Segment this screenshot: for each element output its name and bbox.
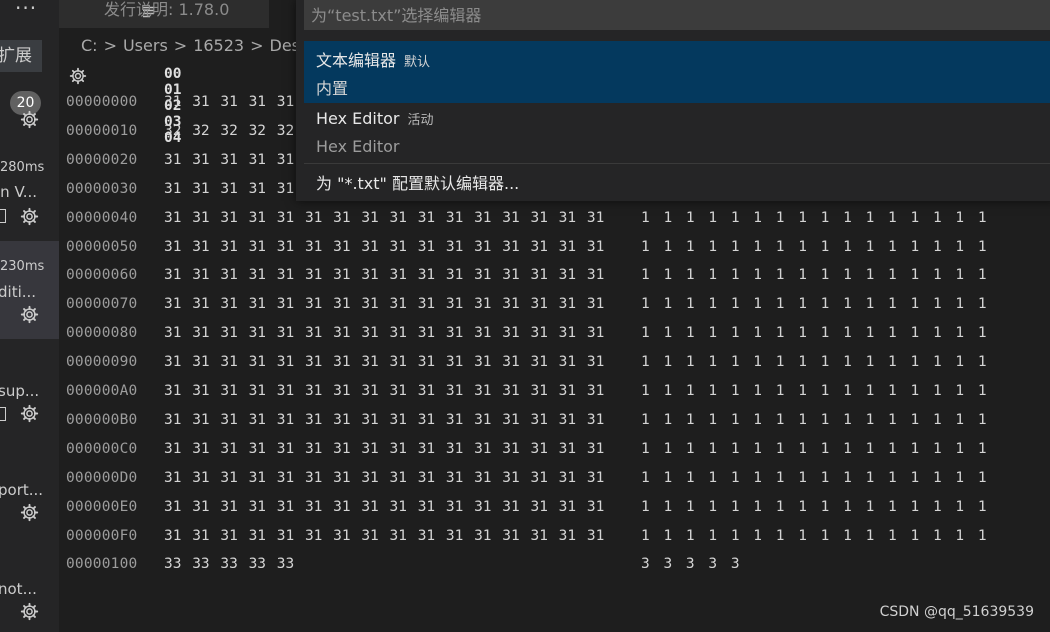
breadcrumb: C: > Users > 16523 > Desk bbox=[81, 36, 309, 56]
extension-list-item-selected[interactable]: 230ms diti... bbox=[0, 241, 59, 339]
hex-row-address: 000000D0 bbox=[66, 469, 138, 486]
hex-row-decoded-text[interactable]: 1 1 1 1 1 1 1 1 1 1 1 1 1 1 1 1 bbox=[641, 325, 987, 341]
hex-row-address: 00000050 bbox=[66, 238, 138, 255]
extension-list-item[interactable]: 280ms in V... bbox=[0, 110, 59, 226]
item-description: Hex Editor bbox=[316, 137, 400, 156]
default-badge: 默认 bbox=[404, 55, 431, 70]
hex-row-decoded-text[interactable]: 1 1 1 1 1 1 1 1 1 1 1 1 1 1 1 1 bbox=[641, 354, 987, 370]
breadcrumb-item-drive[interactable]: C: bbox=[81, 36, 98, 56]
extension-list-item[interactable]: not... bbox=[0, 535, 59, 632]
hex-row-address: 000000A0 bbox=[66, 383, 138, 399]
status-mark-icon bbox=[0, 209, 6, 223]
item-description: 内置 bbox=[316, 79, 349, 98]
hex-row-address: 00000000 bbox=[66, 94, 138, 110]
hex-row-bytes[interactable]: 31 31 31 31 31 31 31 31 31 31 31 31 31 3… bbox=[164, 210, 604, 226]
hex-row-bytes[interactable]: 31 31 31 31 31 31 31 31 31 31 31 31 31 3… bbox=[164, 325, 604, 341]
hex-row-bytes[interactable]: 31 31 31 31 31 bbox=[164, 181, 294, 197]
hex-row-address: 00000070 bbox=[66, 296, 138, 313]
hex-row-decoded-text[interactable]: 3 3 3 3 3 bbox=[641, 556, 740, 572]
hex-row-address: 00000060 bbox=[66, 267, 138, 284]
hex-row-address: 00000100 bbox=[66, 556, 138, 573]
settings-gear-icon[interactable] bbox=[69, 67, 87, 85]
hex-row-bytes[interactable]: 31 31 31 31 31 31 31 31 31 31 31 31 31 3… bbox=[164, 267, 604, 283]
extension-list-item[interactable]: sup... bbox=[0, 339, 59, 437]
chevron-right-icon: > bbox=[173, 36, 188, 55]
hex-row-address: 000000E0 bbox=[66, 498, 138, 515]
hex-row-bytes[interactable]: 31 31 31 31 31 31 31 31 31 31 31 31 31 3… bbox=[164, 296, 604, 312]
breadcrumb-item-user[interactable]: 16523 bbox=[193, 36, 244, 56]
hex-row-bytes[interactable]: 31 31 31 31 31 31 31 31 31 31 31 31 31 3… bbox=[164, 239, 604, 255]
configure-default-editor-item[interactable]: 为 "*.txt" 配置默认编辑器... bbox=[304, 165, 1050, 197]
tab-title[interactable]: 发行说明: 1.78.0 bbox=[104, 0, 229, 20]
hex-row-address: 00000020 bbox=[66, 151, 138, 168]
hex-row-address: 00000080 bbox=[66, 325, 138, 342]
hex-row-decoded-text[interactable]: 1 1 1 1 1 1 1 1 1 1 1 1 1 1 1 1 bbox=[641, 296, 987, 312]
extension-name: in V... bbox=[0, 183, 38, 201]
hex-row-address: 000000B0 bbox=[66, 411, 138, 428]
hex-row-decoded-text[interactable]: 1 1 1 1 1 1 1 1 1 1 1 1 1 1 1 1 bbox=[641, 499, 987, 515]
extensions-sidebar: ··· 扩展 20 280ms in V... 230ms diti... su… bbox=[0, 0, 59, 632]
extensions-view-button[interactable]: 扩展 bbox=[0, 40, 42, 72]
more-actions-icon[interactable]: ··· bbox=[15, 0, 37, 20]
extension-name: diti... bbox=[0, 283, 37, 301]
divider bbox=[304, 163, 1050, 164]
hex-row-decoded-text[interactable]: 1 1 1 1 1 1 1 1 1 1 1 1 1 1 1 1 bbox=[641, 441, 987, 457]
gear-icon[interactable] bbox=[20, 207, 39, 226]
hex-row-bytes[interactable]: 31 31 31 31 31 31 31 31 31 31 31 31 31 3… bbox=[164, 354, 604, 370]
hex-row-decoded-text[interactable]: 1 1 1 1 1 1 1 1 1 1 1 1 1 1 1 1 bbox=[641, 412, 987, 428]
hex-row-decoded-text[interactable]: 1 1 1 1 1 1 1 1 1 1 1 1 1 1 1 1 bbox=[641, 383, 987, 399]
extension-name: not... bbox=[0, 580, 37, 598]
hex-row-bytes[interactable]: 31 31 31 31 31 31 31 31 31 31 31 31 31 3… bbox=[164, 499, 604, 515]
chevron-right-icon: > bbox=[103, 36, 117, 55]
hex-row-bytes[interactable]: 31 31 31 31 31 31 31 31 31 31 31 31 31 3… bbox=[164, 470, 604, 486]
extension-name: port... bbox=[0, 481, 44, 499]
watermark: CSDN @qq_51639539 bbox=[879, 604, 1034, 620]
gear-icon[interactable] bbox=[20, 404, 39, 423]
hex-row-address: 00000090 bbox=[66, 354, 138, 371]
status-mark-icon bbox=[0, 407, 6, 421]
hex-row-bytes[interactable]: 31 31 31 31 31 bbox=[164, 152, 294, 168]
hex-row-bytes[interactable]: 31 31 31 31 31 31 31 31 31 31 31 31 31 3… bbox=[164, 528, 604, 544]
hex-row-bytes[interactable]: 33 33 33 33 33 bbox=[164, 556, 294, 572]
activation-time: 230ms bbox=[0, 259, 45, 274]
extension-list-item[interactable]: port... bbox=[0, 437, 59, 535]
hex-row-address: 00000040 bbox=[66, 209, 138, 226]
hex-row-address: 000000C0 bbox=[66, 440, 138, 457]
hex-row-decoded-text[interactable]: 1 1 1 1 1 1 1 1 1 1 1 1 1 1 1 1 bbox=[641, 239, 987, 255]
hex-row-decoded-text[interactable]: 1 1 1 1 1 1 1 1 1 1 1 1 1 1 1 1 bbox=[641, 470, 987, 486]
hex-row-bytes[interactable]: 31 31 31 31 31 31 31 31 31 31 31 31 31 3… bbox=[164, 441, 604, 457]
select-editor-quickpick: 文本编辑器默认 内置 Hex Editor 活动 Hex Editor 为 "*.… bbox=[296, 0, 1050, 201]
quickpick-input[interactable] bbox=[304, 0, 1050, 30]
quickpick-item-text-editor[interactable]: 文本编辑器 默认 内置 bbox=[304, 41, 1050, 103]
active-badge: 活动 bbox=[407, 113, 434, 128]
hex-row-address: 000000F0 bbox=[66, 527, 138, 544]
hex-row-bytes[interactable]: 31 31 31 31 31 31 31 31 31 31 31 31 31 3… bbox=[164, 412, 604, 428]
chevron-right-icon: > bbox=[250, 36, 264, 55]
configure-default-label: 为 "*.txt" 配置默认编辑器... bbox=[316, 174, 520, 193]
gear-icon[interactable] bbox=[20, 602, 39, 621]
hex-row-bytes[interactable]: 31 31 31 31 31 bbox=[164, 94, 294, 110]
hex-row-decoded-text[interactable]: 1 1 1 1 1 1 1 1 1 1 1 1 1 1 1 1 bbox=[641, 267, 987, 283]
quickpick-item-label: 文本编辑器 默认 bbox=[316, 47, 430, 71]
hex-row-bytes[interactable]: 31 31 31 31 31 31 31 31 31 31 31 31 31 3… bbox=[164, 383, 604, 399]
item-label: 文本编辑器 bbox=[316, 51, 397, 70]
hex-row-address: 00000030 bbox=[66, 180, 138, 197]
hex-row-bytes[interactable]: 32 32 32 32 32 bbox=[164, 123, 294, 139]
hex-row-decoded-text[interactable]: 1 1 1 1 1 1 1 1 1 1 1 1 1 1 1 1 bbox=[641, 528, 987, 544]
activation-time: 280ms bbox=[0, 160, 45, 175]
gear-icon[interactable] bbox=[20, 503, 39, 522]
quickpick-item-hex-editor[interactable]: Hex Editor 活动 Hex Editor bbox=[304, 103, 1050, 163]
extension-name: sup... bbox=[0, 382, 40, 400]
hex-row-address: 00000010 bbox=[66, 122, 138, 139]
gear-icon[interactable] bbox=[20, 305, 39, 324]
gear-icon[interactable] bbox=[20, 110, 39, 129]
breadcrumb-item-users[interactable]: Users bbox=[123, 36, 168, 56]
quickpick-item-label: Hex Editor 活动 bbox=[316, 109, 434, 128]
hex-row-decoded-text[interactable]: 1 1 1 1 1 1 1 1 1 1 1 1 1 1 1 1 bbox=[641, 210, 987, 226]
item-label: Hex Editor bbox=[316, 109, 400, 128]
